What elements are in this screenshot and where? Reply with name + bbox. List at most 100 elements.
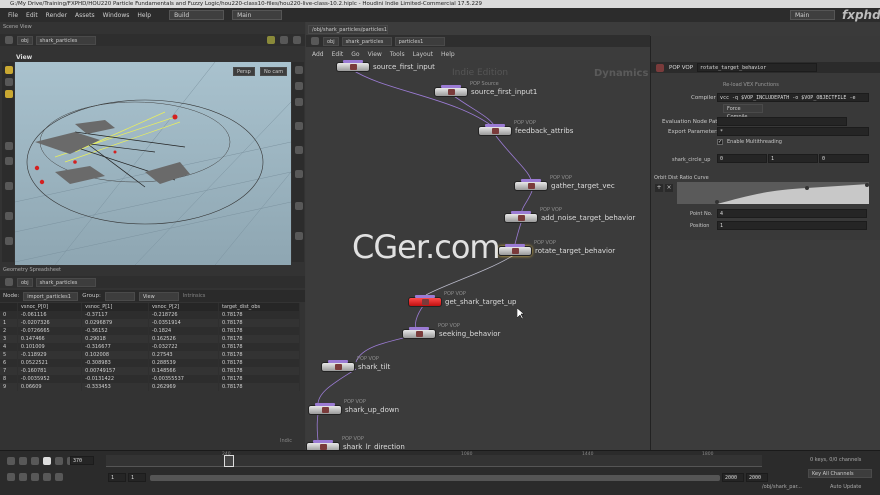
column-header[interactable] [0,303,18,311]
display-options-icon[interactable] [295,66,303,74]
network-node[interactable] [498,244,532,256]
keys-icon[interactable] [19,473,27,481]
menu-render[interactable]: Render [46,12,67,19]
wireframe-icon[interactable] [295,98,303,106]
handle-tool-icon[interactable] [5,157,13,165]
node-name-label[interactable]: source_first_input1 [471,88,537,96]
compiler-field[interactable]: vcc -q $VOP_INCLUDEPATH -o $VOP_OBJECTFI… [717,93,869,102]
column-header[interactable]: vsnoc_P[0] [17,303,83,311]
key-all-channels-button[interactable]: Key All Channels [808,469,872,478]
eval-path-field[interactable] [717,117,847,126]
realtime-icon[interactable] [43,473,51,481]
table-row[interactable]: 3 0.147466 0.29018 0.162526 0.78178 [0,335,301,343]
menu-windows[interactable]: Windows [103,12,130,19]
pin-icon[interactable] [267,36,275,44]
play-back-icon[interactable] [19,457,27,465]
network-node[interactable] [408,295,442,307]
camera-dropdown[interactable]: No cam [260,67,288,76]
light-tool-icon[interactable] [5,212,13,220]
shark-circle-x[interactable]: 0 [717,154,767,163]
back-arrow-icon[interactable] [5,36,13,44]
node-name-label[interactable]: get_shark_target_up [445,298,516,306]
start-frame-field[interactable]: 1 [108,473,126,482]
force-compile-button[interactable]: Force Compile [723,104,763,120]
path-obj[interactable]: obj [17,277,33,287]
timeline-scrubber[interactable]: 240 1080 1440 1800 [106,452,762,467]
brush-tool-icon[interactable] [5,182,13,190]
table-row[interactable]: 8 -0.0035952 -0.0131422 -0.00355537 0.78178 [0,375,301,383]
node-name-label[interactable]: add_noise_target_behavior [541,214,635,222]
view-tab[interactable]: View [16,54,32,61]
network-node[interactable] [308,403,342,415]
rotate-tool-icon[interactable] [5,90,13,98]
node-name-label[interactable]: shark_tilt [358,363,390,371]
table-row[interactable]: 4 0.101009 -0.316677 -0.032722 0.78178 [0,343,301,351]
ramp-add-button[interactable]: + [655,184,663,192]
table-row[interactable]: 6 0.0522521 -0.308983 0.288539 0.78178 [0,359,301,367]
3d-viewport[interactable]: Persp No cam [15,62,291,265]
network-node[interactable] [321,360,355,372]
column-header[interactable]: vsnoc_P[2] [148,303,219,311]
node-name-label[interactable]: feedback_attribs [515,127,573,135]
snap-icon[interactable] [295,146,303,154]
group-field[interactable] [104,291,135,301]
end-frame-field-2[interactable]: 2000 [746,473,768,482]
scene-view-tab[interactable]: Scene View [3,24,32,30]
node-name-label[interactable]: seeking_behavior [439,330,500,338]
grid-icon[interactable] [295,232,303,240]
column-header[interactable]: vsnoc_P[1] [81,303,149,311]
step-forward-icon[interactable] [55,457,63,465]
desktop-dropdown[interactable]: Main [232,10,283,20]
reload-vex-button[interactable]: Re-load VEX Functions [723,82,779,88]
node-name-label[interactable]: rotate_target_behavior [535,247,615,255]
link-icon[interactable] [280,36,288,44]
node-field[interactable]: import_particles1 [23,291,79,301]
right-desktop-dropdown[interactable]: Main [790,10,835,20]
network-node[interactable] [336,60,370,72]
menu-file[interactable]: File [8,12,18,19]
multithread-checkbox[interactable]: ✓ [717,139,723,145]
auto-update-dropdown[interactable]: Auto Update [830,484,861,490]
table-row[interactable]: 9 0.06609 -0.333453 0.262969 0.78178 [0,383,301,391]
current-frame-field[interactable]: 370 [70,456,94,465]
param-node-name[interactable]: rotate_target_behavior [697,63,818,72]
intrinsics-dropdown[interactable]: Intrinsics [183,293,206,299]
audio-icon[interactable] [7,473,15,481]
settings-icon[interactable] [293,36,301,44]
stop-icon[interactable] [31,457,39,465]
menu-assets[interactable]: Assets [75,12,95,19]
fps-icon[interactable] [55,473,63,481]
path-shark-particles[interactable]: shark_particles [35,277,96,287]
network-node[interactable] [402,327,436,339]
start-frame-field-2[interactable]: 1 [128,473,146,482]
pose-tool-icon[interactable] [5,142,13,150]
shark-circle-y[interactable]: 1 [768,154,818,163]
network-node[interactable] [434,85,468,97]
view-dropdown[interactable]: View [138,291,179,301]
visibility-icon[interactable] [295,170,303,178]
network-node[interactable] [504,211,538,223]
network-node[interactable] [514,179,548,191]
lighting-icon[interactable] [295,82,303,90]
network-node[interactable] [478,124,512,136]
play-forward-icon[interactable] [43,457,51,465]
position-field[interactable]: 1 [717,221,867,230]
table-row[interactable]: 0 -0.061116 -0.37117 -0.218726 0.78178 [0,311,301,319]
node-name-label[interactable]: source_first_input [373,63,435,71]
persp-dropdown[interactable]: Persp [233,67,255,76]
node-name-label[interactable]: gather_target_vec [551,182,615,190]
menu-help[interactable]: Help [137,12,151,19]
back-arrow-icon[interactable] [5,278,13,286]
ramp-curve-editor[interactable] [677,182,869,204]
build-shelf-dropdown[interactable]: Build [169,10,225,20]
render-region-icon[interactable] [5,237,13,245]
table-row[interactable]: 5 -0.118929 0.102008 0.27543 0.78178 [0,351,301,359]
move-tool-icon[interactable] [5,78,13,86]
spreadsheet-tab[interactable]: Geometry Spreadsheet [3,267,61,273]
column-header[interactable]: target_dist_obs [218,303,301,311]
end-frame-field[interactable]: 2000 [722,473,744,482]
shading-icon[interactable] [295,122,303,130]
point-no-field[interactable]: 4 [717,209,867,218]
table-row[interactable]: 7 -0.160781 0.00749157 0.148566 0.78178 [0,367,301,375]
camera-icon[interactable] [295,202,303,210]
